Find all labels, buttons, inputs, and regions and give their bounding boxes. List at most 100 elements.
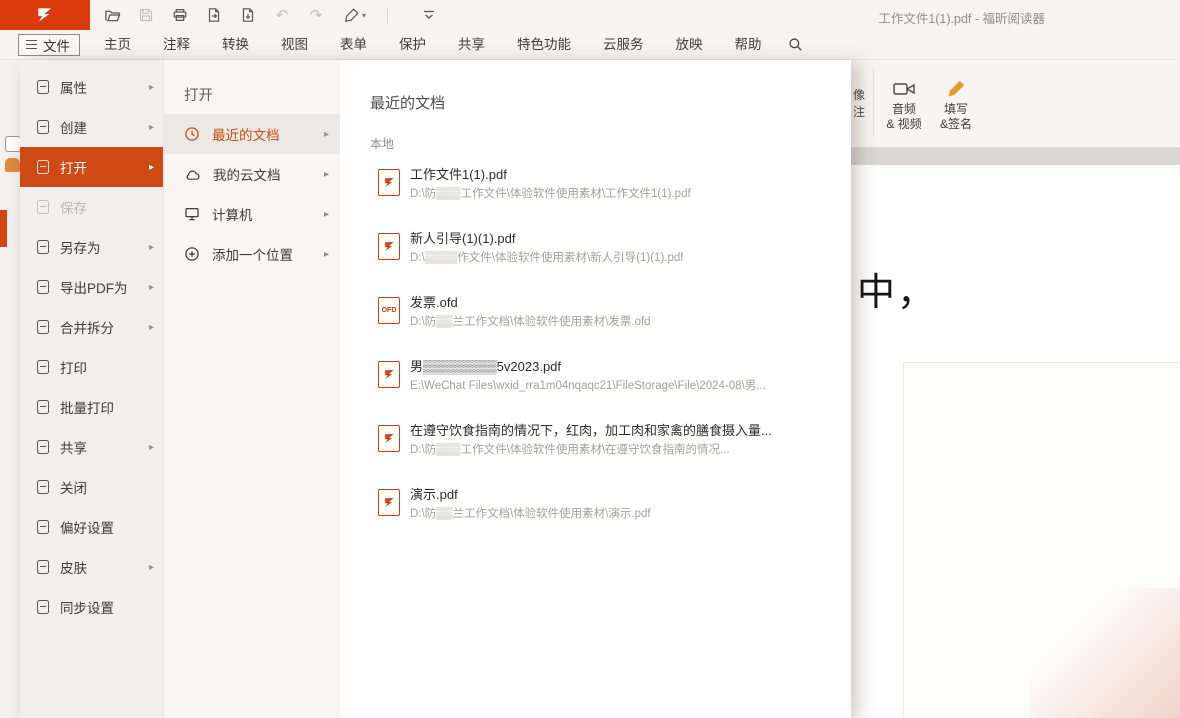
- submenu-arrow-icon: ▸: [149, 562, 154, 573]
- file-menu-item-merge-split[interactable]: 合并拆分 ▸: [20, 307, 163, 347]
- submenu-arrow-icon: ▸: [149, 442, 154, 453]
- export-pdf-icon[interactable]: [202, 3, 226, 27]
- left-edge-strip: [0, 60, 20, 718]
- file-menu-item-print[interactable]: 打印: [20, 347, 163, 387]
- clipped-button-label: 像 注: [853, 87, 865, 121]
- file-menu-item-skins[interactable]: 皮肤 ▸: [20, 547, 163, 587]
- merge-split-icon: [37, 320, 49, 334]
- titlebar: ↶ ↷ ▾ 工作文件1(1).pdf - 福昕阅读器: [0, 0, 1180, 30]
- file-name: 新人引导(1)(1).pdf: [410, 230, 683, 247]
- tab-features[interactable]: 特色功能: [501, 30, 587, 59]
- submenu-arrow-icon: ▸: [149, 162, 154, 173]
- file-name: 发票.ofd: [410, 294, 651, 311]
- tab-form[interactable]: 表单: [324, 30, 383, 59]
- submenu-arrow-icon: ▸: [149, 282, 154, 293]
- recent-file-list: 工作文件1(1).pdf D:\防▒▒▒工作文件\体验软件使用素材\工作文件1(…: [370, 166, 851, 550]
- submenu-arrow-icon: ▸: [149, 322, 154, 333]
- file-path: D:\防▒▒▒工作文件\体验软件使用素材\工作文件1(1).pdf: [410, 187, 691, 202]
- cloud-icon: [184, 167, 201, 181]
- undo-icon[interactable]: ↶: [270, 3, 294, 27]
- open-item-computer[interactable]: 计算机 ▸: [164, 194, 340, 234]
- file-menu-item-share[interactable]: 共享 ▸: [20, 427, 163, 467]
- file-name: 在遵守饮食指南的情况下，红肉，加工肉和家禽的膳食摄入量...: [410, 422, 772, 439]
- file-menu-item-preferences[interactable]: 偏好设置: [20, 507, 163, 547]
- file-menu-column: 属性 ▸ 创建 ▸ 打开 ▸ 保存 另存为 ▸ 导出PDF为 ▸: [20, 60, 163, 718]
- save-icon[interactable]: [134, 3, 158, 27]
- recent-documents-panel: 最近的文档 本地 工作文件1(1).pdf D:\防▒▒▒工作文件\体验软件使用…: [340, 60, 851, 718]
- print-icon[interactable]: [168, 3, 192, 27]
- save-icon: [37, 200, 49, 214]
- collapse-ribbon-icon[interactable]: [417, 3, 441, 27]
- redo-icon[interactable]: ↷: [304, 3, 328, 27]
- recent-file-row[interactable]: OFD 发票.ofd D:\防▒▒兰工作文档\体验软件使用素材\发票.ofd: [370, 294, 851, 358]
- export-pdf-icon: [37, 280, 49, 294]
- audio-video-button[interactable]: 音频 & 视频: [877, 68, 931, 132]
- share-icon: [37, 440, 49, 454]
- file-menu-item-save: 保存: [20, 187, 163, 227]
- open-icon: [37, 160, 49, 174]
- open-panel-title: 打开: [164, 86, 340, 106]
- pdf-file-icon: [378, 169, 400, 196]
- partial-active-indicator: [0, 210, 7, 247]
- submenu-arrow-icon: ▸: [324, 169, 329, 180]
- tab-home[interactable]: 主页: [88, 30, 147, 59]
- menubar: 文件 主页 注释 转换 视图 表单 保护 共享 特色功能 云服务 放映 帮助: [0, 30, 1180, 60]
- recent-file-row[interactable]: 新人引导(1)(1).pdf D:\▒▒▒▒作文件\体验软件使用素材\新人引导(…: [370, 230, 851, 294]
- ribbon-separator: [873, 68, 874, 136]
- open-item-my-cloud-documents[interactable]: 我的云文档 ▸: [164, 154, 340, 194]
- file-menu-item-save-as[interactable]: 另存为 ▸: [20, 227, 163, 267]
- file-menu-item-export-pdf[interactable]: 导出PDF为 ▸: [20, 267, 163, 307]
- tab-help[interactable]: 帮助: [719, 30, 778, 59]
- tab-present[interactable]: 放映: [660, 30, 719, 59]
- file-menu-label: 文件: [43, 35, 70, 55]
- tab-convert[interactable]: 转换: [206, 30, 265, 59]
- ribbon-tabs: 主页 注释 转换 视图 表单 保护 共享 特色功能 云服务 放映 帮助: [88, 30, 778, 59]
- file-menu-item-create[interactable]: 创建 ▸: [20, 107, 163, 147]
- tab-cloud[interactable]: 云服务: [587, 30, 660, 59]
- submenu-arrow-icon: ▸: [324, 209, 329, 220]
- file-name: 男▒▒▒▒▒▒▒▒5v2023.pdf: [410, 358, 766, 375]
- file-path: D:\▒▒▒▒作文件\体验软件使用素材\新人引导(1)(1).pdf: [410, 251, 683, 266]
- video-camera-icon: [877, 68, 931, 102]
- submenu-arrow-icon: ▸: [149, 82, 154, 93]
- open-item-recent-documents[interactable]: 最近的文档 ▸: [164, 114, 340, 154]
- phoenix-icon: [35, 5, 55, 25]
- tab-comment[interactable]: 注释: [147, 30, 206, 59]
- toolbar-separator: [387, 8, 388, 23]
- create-icon: [37, 120, 49, 134]
- recent-file-row[interactable]: 工作文件1(1).pdf D:\防▒▒▒工作文件\体验软件使用素材\工作文件1(…: [370, 166, 851, 230]
- tab-share[interactable]: 共享: [442, 30, 501, 59]
- search-icon[interactable]: [784, 33, 808, 57]
- submenu-arrow-icon: ▸: [149, 122, 154, 133]
- sync-settings-icon: [37, 600, 49, 614]
- pdf-file-icon: [378, 233, 400, 260]
- open-item-add-a-place[interactable]: 添加一个位置 ▸: [164, 234, 340, 274]
- print-icon: [37, 360, 49, 374]
- recent-file-row[interactable]: 男▒▒▒▒▒▒▒▒5v2023.pdf E:\WeChat Files\wxid…: [370, 358, 851, 422]
- file-menu-item-batch-print[interactable]: 批量打印: [20, 387, 163, 427]
- open-file-icon[interactable]: [100, 3, 124, 27]
- file-menu-item-open[interactable]: 打开 ▸: [20, 147, 163, 187]
- create-pdf-icon[interactable]: [236, 3, 260, 27]
- ink-signature-icon[interactable]: ▾: [338, 3, 372, 27]
- file-menu-button[interactable]: 文件: [18, 34, 80, 56]
- file-name: 工作文件1(1).pdf: [410, 166, 691, 183]
- clock-icon: [184, 126, 200, 142]
- file-path: E:\WeChat Files\wxid_rra1m04nqaqc21\File…: [410, 379, 766, 394]
- pdf-file-icon: [378, 425, 400, 452]
- ofd-file-icon: OFD: [378, 297, 400, 324]
- hamburger-icon: [26, 40, 37, 49]
- save-as-icon: [37, 240, 49, 254]
- file-menu-item-sync-settings[interactable]: 同步设置: [20, 587, 163, 627]
- foxit-logo: [0, 0, 90, 30]
- recent-file-row[interactable]: 演示.pdf D:\防▒▒兰工作文档\体验软件使用素材\演示.pdf: [370, 486, 851, 550]
- recent-file-row[interactable]: 在遵守饮食指南的情况下，红肉，加工肉和家禽的膳食摄入量... D:\防▒▒▒工作…: [370, 422, 851, 486]
- fill-sign-button[interactable]: 填写 &签名: [931, 68, 981, 132]
- pdf-file-icon: [378, 361, 400, 388]
- file-name: 演示.pdf: [410, 486, 651, 503]
- file-menu-item-close[interactable]: 关闭: [20, 467, 163, 507]
- tab-view[interactable]: 视图: [265, 30, 324, 59]
- tab-protect[interactable]: 保护: [383, 30, 442, 59]
- ribbon-strip: 像 注 音频 & 视频 填写 &签名: [851, 60, 1180, 148]
- file-menu-item-properties[interactable]: 属性 ▸: [20, 67, 163, 107]
